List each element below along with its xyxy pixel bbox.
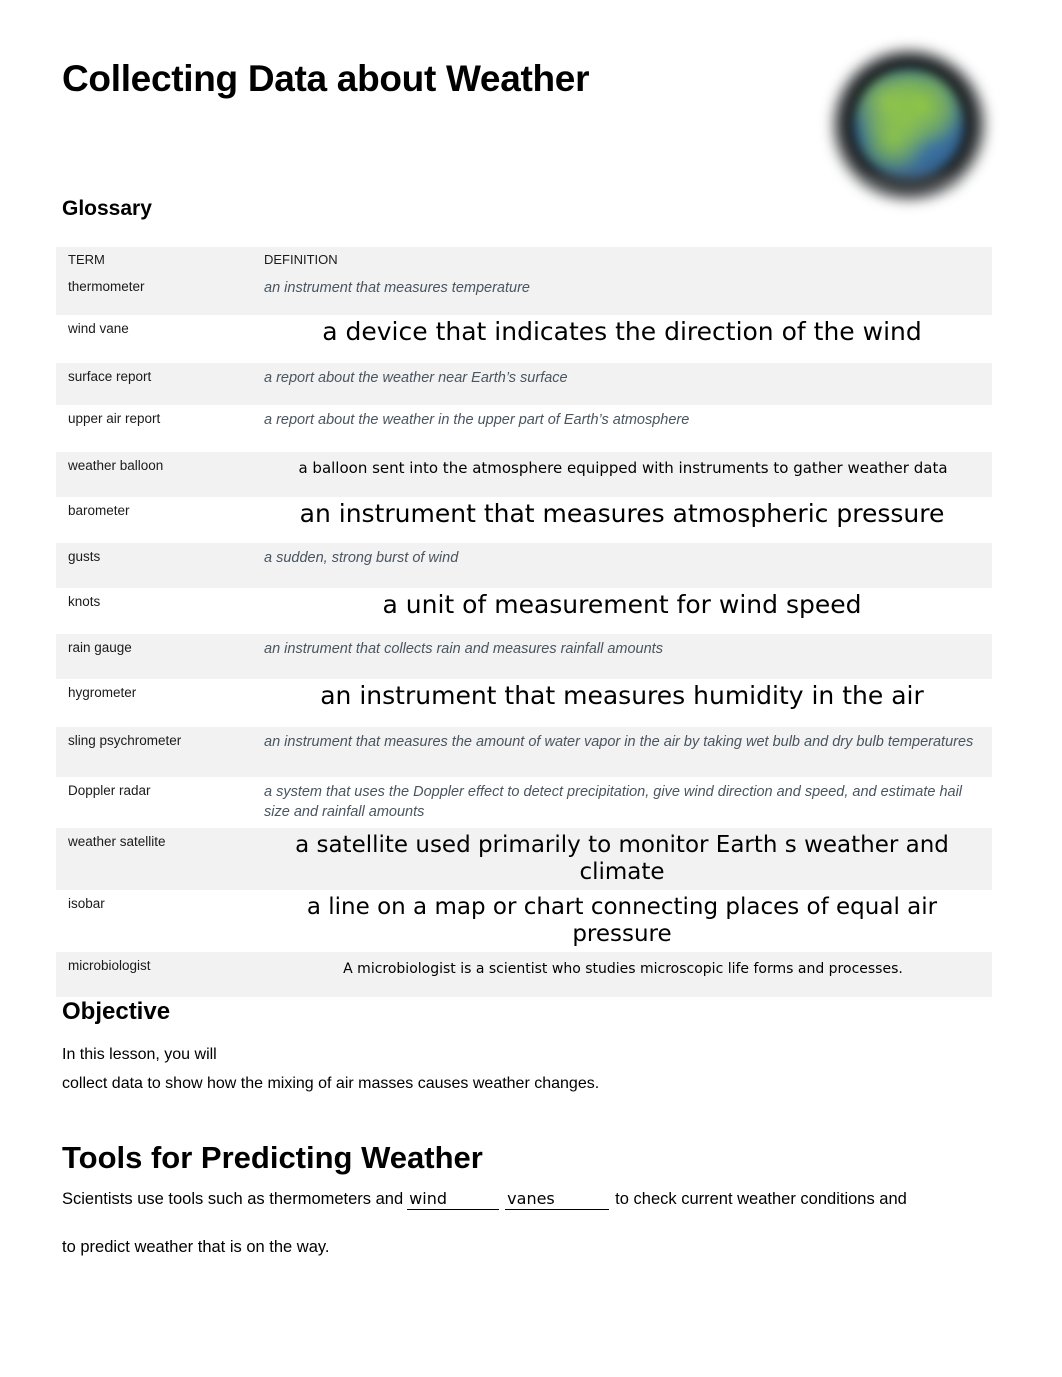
table-row: barometer an instrument that measures atm… xyxy=(56,497,992,544)
table-row: thermometer an instrument that measures t… xyxy=(56,273,992,316)
term-cell: sling psychrometer xyxy=(68,733,182,749)
tools-sentence-line-1: Scientists use tools such as thermometer… xyxy=(62,1191,1012,1210)
definition-cell: a balloon sent into the atmosphere equip… xyxy=(256,452,992,485)
tools-text-after: to check current weather conditions and xyxy=(615,1190,907,1208)
term-cell: wind vane xyxy=(68,321,129,337)
definition-text[interactable]: an instrument that measures atmospheric … xyxy=(264,499,980,529)
definition-text[interactable]: an instrument that measures humidity in … xyxy=(264,681,980,711)
objective-heading: Objective xyxy=(62,998,171,1025)
table-row: upper air report a report about the weath… xyxy=(56,405,992,453)
table-row: surface report a report about the weather… xyxy=(56,363,992,406)
column-header-definition: DEFINITION xyxy=(264,252,338,267)
definition-cell: an instrument that measures humidity in … xyxy=(256,679,992,716)
term-cell: barometer xyxy=(68,503,130,519)
definition-text[interactable]: a unit of measurement for wind speed xyxy=(264,590,980,620)
definition-cell: a sudden, strong burst of wind xyxy=(256,543,992,575)
term-cell: isobar xyxy=(68,896,105,912)
blank-field-1[interactable]: wind xyxy=(407,1191,500,1210)
term-cell: Doppler radar xyxy=(68,783,151,799)
table-row: Doppler radar a system that uses the Dopp… xyxy=(56,777,992,829)
globe-shadow xyxy=(860,169,962,195)
term-cell: knots xyxy=(68,594,101,610)
definition-cell: a device that indicates the direction of… xyxy=(256,315,992,352)
term-cell: gusts xyxy=(68,549,101,565)
definition-cell: an instrument that collects rain and mea… xyxy=(256,634,992,666)
definition-cell: a report about the weather near Earth’s … xyxy=(256,363,992,395)
definition-cell: a satellite used primarily to monitor Ea… xyxy=(256,828,992,890)
definition-text: a sudden, strong burst of wind xyxy=(264,550,459,567)
glossary-table: TERM DEFINITION thermometer an instrument t… xyxy=(56,247,992,998)
definition-text: an instrument that collects rain and mea… xyxy=(264,641,663,658)
term-cell: weather balloon xyxy=(68,458,164,474)
tools-sentence-line-2: to predict weather that is on the way. xyxy=(62,1238,330,1256)
term-cell: upper air report xyxy=(68,411,161,427)
table-row: sling psychrometer an instrument that mea… xyxy=(56,727,992,778)
definition-cell: an instrument that measures temperature xyxy=(256,273,992,305)
definition-text: an instrument that measures the amount o… xyxy=(264,734,974,751)
table-row: weather satellite a satellite used primar… xyxy=(56,828,992,891)
definition-text: a system that uses the Doppler effect to… xyxy=(264,784,963,820)
term-cell: hygrometer xyxy=(68,685,137,701)
globe-sphere xyxy=(854,69,964,179)
definition-cell: A microbiologist is a scientist who stud… xyxy=(256,952,992,986)
table-header-row: TERM DEFINITION xyxy=(56,247,992,274)
document-page: Collecting Data about Weather Glossary T… xyxy=(0,0,1062,1377)
objective-line-2: collect data to show how the mixing of a… xyxy=(62,1075,600,1092)
table-row: hygrometer an instrument that measures hu… xyxy=(56,679,992,728)
tools-heading: Tools for Predicting Weather xyxy=(62,1140,483,1175)
definition-text[interactable]: a device that indicates the direction of… xyxy=(264,317,980,347)
term-cell: rain gauge xyxy=(68,640,132,656)
table-row: isobar a line on a map or chart connectin… xyxy=(56,890,992,953)
definition-text[interactable]: a line on a map or chart connecting plac… xyxy=(264,894,980,947)
tools-paragraph: Scientists use tools such as thermometer… xyxy=(62,1191,1012,1256)
term-cell: microbiologist xyxy=(68,958,151,974)
definition-text: a report about the weather near Earth’s … xyxy=(264,370,568,387)
blank-field-2[interactable]: vanes xyxy=(505,1191,610,1210)
definition-text[interactable]: a satellite used primarily to monitor Ea… xyxy=(264,832,980,885)
term-cell: weather satellite xyxy=(68,834,166,850)
table-row: rain gauge an instrument that collects ra… xyxy=(56,634,992,680)
definition-text: a report about the weather in the upper … xyxy=(264,412,690,429)
definition-cell: a system that uses the Doppler effect to… xyxy=(256,777,992,828)
table-row: knots a unit of measurement for wind spee… xyxy=(56,588,992,635)
objective-line-1: In this lesson, you will xyxy=(62,1046,217,1063)
column-header-term: TERM xyxy=(68,252,105,267)
table-row: wind vane a device that indicates the dir… xyxy=(56,315,992,364)
term-cell: thermometer xyxy=(68,279,145,295)
definition-cell: a line on a map or chart connecting plac… xyxy=(256,890,992,952)
tools-text-before: Scientists use tools such as thermometer… xyxy=(62,1190,404,1208)
definition-text[interactable]: A microbiologist is a scientist who stud… xyxy=(264,961,982,977)
definition-cell: a unit of measurement for wind speed xyxy=(256,588,992,625)
definition-cell: an instrument that measures the amount o… xyxy=(256,727,992,759)
globe-halo xyxy=(834,51,984,199)
table-row: microbiologist A microbiologist is a scie… xyxy=(56,952,992,998)
glossary-heading: Glossary xyxy=(62,197,152,220)
term-cell: surface report xyxy=(68,369,152,385)
page-title: Collecting Data about Weather xyxy=(62,58,590,99)
table-row: gusts a sudden, strong burst of wind xyxy=(56,543,992,589)
definition-cell: an instrument that measures atmospheric … xyxy=(256,497,992,534)
definition-text: an instrument that measures temperature xyxy=(264,280,530,297)
definition-text[interactable]: a balloon sent into the atmosphere equip… xyxy=(264,459,982,477)
earth-globe-icon xyxy=(826,47,992,203)
definition-cell: a report about the weather in the upper … xyxy=(256,405,992,437)
table-row: weather balloon a balloon sent into the a… xyxy=(56,452,992,498)
